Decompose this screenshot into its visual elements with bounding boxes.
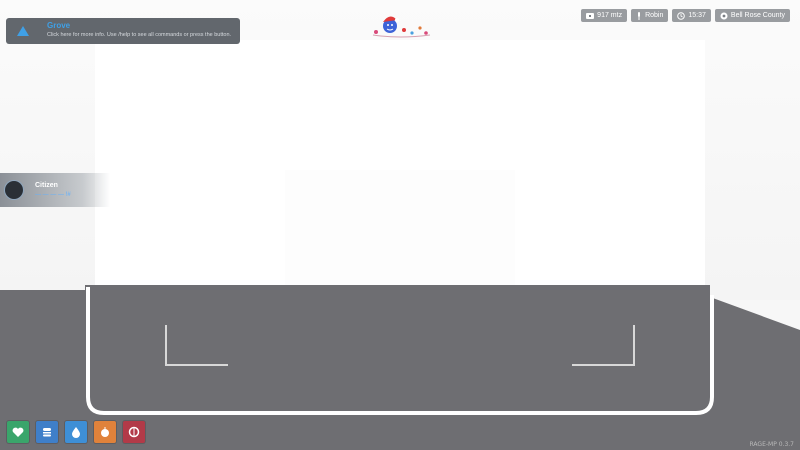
heart-icon xyxy=(12,427,24,437)
microphone-icon xyxy=(638,11,641,20)
player-name: Citizen xyxy=(35,182,58,189)
notification-toast[interactable]: Grove Click here for more info. Use /hel… xyxy=(6,18,240,44)
nearby-player-card: Citizen — — — — !# xyxy=(0,173,110,207)
food-indicator xyxy=(36,421,58,443)
game-scene xyxy=(0,0,800,450)
player-status: — — — — !# xyxy=(35,192,71,198)
status-bar: 917 mtz Robin 15:37 Bell Rose County xyxy=(581,9,790,22)
water-indicator xyxy=(65,421,87,443)
money-label: 917 mtz xyxy=(597,12,623,19)
needs-hotbar xyxy=(7,421,145,443)
money-status: 917 mtz xyxy=(581,9,628,22)
arrow-up-icon xyxy=(16,24,30,42)
voice-label: Robin xyxy=(645,12,664,19)
avatar-icon xyxy=(5,181,23,199)
notification-title: Grove xyxy=(47,21,71,30)
stress-indicator xyxy=(123,421,145,443)
health-indicator xyxy=(7,421,29,443)
time-label: 15:37 xyxy=(688,12,706,19)
hunger-indicator xyxy=(94,421,116,443)
voice-status: Robin xyxy=(631,9,669,22)
version-text: RAGE-MP 0.3.7 xyxy=(749,441,795,448)
server-logo xyxy=(370,10,432,38)
notification-text: Click here for more info. Use /help to s… xyxy=(47,32,232,38)
money-icon xyxy=(586,12,595,19)
time-status: 15:37 xyxy=(672,9,711,22)
wall-recess xyxy=(285,170,515,290)
location-status: Bell Rose County xyxy=(714,9,790,22)
brain-icon xyxy=(128,426,140,438)
clock-icon xyxy=(677,11,686,20)
christmas-logo-icon xyxy=(372,16,431,38)
fruit-icon xyxy=(101,427,109,437)
gear-icon xyxy=(720,12,728,19)
location-label: Bell Rose County xyxy=(730,12,785,19)
droplet-icon xyxy=(72,427,80,438)
burger-icon xyxy=(43,428,51,437)
